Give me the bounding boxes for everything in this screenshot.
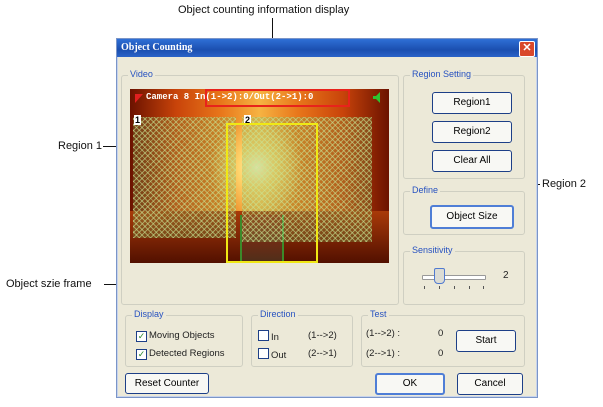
sensitivity-label: Sensitivity: [410, 245, 455, 255]
slider-tick: [439, 286, 440, 289]
region-setting-label: Region Setting: [410, 69, 474, 79]
detection-region-1[interactable]: [133, 117, 236, 238]
slider-tick: [469, 286, 470, 289]
video-group: Video 1 2 Camera 8 In(1->2):0/Out(2->1):…: [121, 69, 399, 305]
annotation-size-frame: Object szie frame: [6, 278, 92, 290]
display-label: Display: [132, 309, 166, 319]
sensitivity-slider-thumb[interactable]: [434, 268, 445, 284]
cancel-button[interactable]: Cancel: [457, 373, 523, 395]
sensitivity-slider-track[interactable]: [422, 275, 486, 280]
define-label: Define: [410, 185, 441, 195]
checkbox-unchecked-icon: [258, 348, 269, 359]
test-out-direction: (2-->1) :: [366, 348, 401, 359]
start-button[interactable]: Start: [456, 330, 516, 352]
test-group: Test (1-->2) : 0 (2-->1) : 0 Start: [361, 309, 525, 367]
video-group-label: Video: [128, 69, 155, 79]
speaker-icon: [373, 92, 380, 103]
annotation-region1: Region 1: [58, 140, 103, 152]
checkbox-checked-icon: ✓: [136, 331, 147, 342]
annotation-top: Object counting information display: [178, 4, 350, 16]
region-setting-group: Region Setting Region1 Region2 Clear All: [403, 69, 525, 179]
moving-objects-checkbox[interactable]: ✓ Moving Objects: [136, 330, 214, 342]
moving-objects-label: Moving Objects: [149, 330, 215, 341]
slider-tick: [424, 286, 425, 289]
in-checkbox[interactable]: In: [258, 330, 279, 343]
region1-button[interactable]: Region1: [432, 92, 512, 114]
test-in-direction: (1-->2) :: [366, 328, 401, 339]
checkbox-checked-icon: ✓: [136, 349, 147, 360]
title-bar: Object Counting ✕: [117, 39, 537, 57]
in-label: In: [271, 332, 279, 343]
region2-button[interactable]: Region2: [432, 121, 512, 143]
out-checkbox[interactable]: Out: [258, 348, 286, 361]
display-group: Display ✓ Moving Objects ✓ Detected Region…: [125, 309, 243, 367]
out-direction: (2-->1): [308, 348, 337, 359]
close-icon: ✕: [522, 42, 532, 54]
test-out-count: 0: [438, 348, 444, 359]
in-direction: (1-->2): [308, 330, 337, 341]
red-flag-icon: [135, 94, 143, 103]
out-label: Out: [271, 350, 287, 361]
clear-all-button[interactable]: Clear All: [432, 150, 512, 172]
direction-label: Direction: [258, 309, 298, 319]
reset-counter-button[interactable]: Reset Counter: [125, 373, 209, 394]
region-1-number: 1: [134, 115, 142, 125]
dialog-title: Object Counting: [121, 42, 193, 53]
sensitivity-group: Sensitivity 2: [403, 245, 525, 305]
slider-tick: [454, 286, 455, 289]
counting-info-text: Camera 8 In(1->2):0/Out(2->1):0: [146, 92, 314, 102]
annotation-region2: Region 2: [542, 178, 587, 190]
test-in-count: 0: [438, 328, 444, 339]
sensitivity-value: 2: [503, 270, 509, 281]
video-preview[interactable]: 1 2 Camera 8 In(1->2):0/Out(2->1):0: [130, 89, 389, 263]
object-size-frame[interactable]: [226, 123, 318, 263]
detected-regions-checkbox[interactable]: ✓ Detected Regions: [136, 348, 225, 360]
ok-button[interactable]: OK: [375, 373, 445, 395]
detected-regions-label: Detected Regions: [149, 348, 225, 359]
object-size-button[interactable]: Object Size: [430, 205, 514, 229]
close-button[interactable]: ✕: [519, 41, 535, 57]
checkbox-unchecked-icon: [258, 330, 269, 341]
test-label: Test: [368, 309, 389, 319]
define-group: Define Object Size: [403, 185, 525, 235]
object-counting-dialog: Object Counting ✕ Video 1 2 Camera 8 In(…: [116, 38, 538, 398]
direction-group: Direction In (1-->2) Out (2-->1): [251, 309, 353, 367]
slider-tick: [483, 286, 484, 289]
